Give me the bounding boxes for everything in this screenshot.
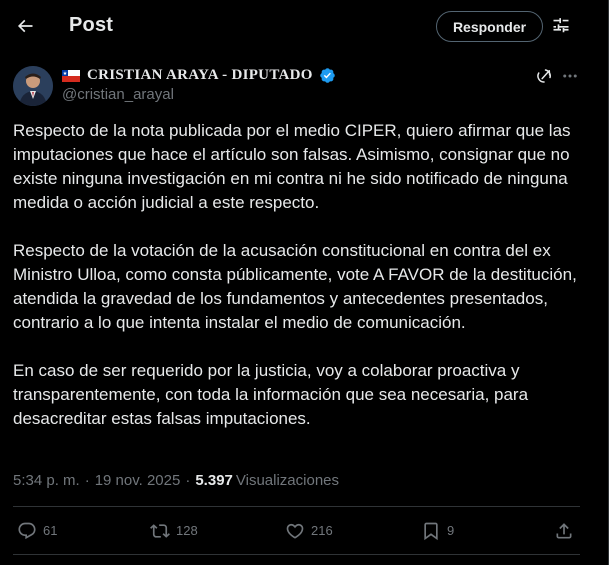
top-bar: Post Responder bbox=[0, 0, 608, 53]
chile-flag-icon bbox=[62, 69, 80, 82]
post-text: Respecto de la nota publicada por el med… bbox=[13, 119, 593, 431]
back-button[interactable] bbox=[8, 9, 42, 43]
author-handle[interactable]: @cristian_arayal bbox=[62, 86, 174, 103]
post-date[interactable]: 19 nov. 2025 bbox=[95, 472, 181, 489]
avatar[interactable] bbox=[13, 66, 53, 106]
verified-badge-icon[interactable] bbox=[319, 67, 336, 84]
heart-icon bbox=[286, 523, 304, 539]
more-horizontal-icon bbox=[563, 74, 577, 78]
post-paragraph: Respecto de la nota publicada por el med… bbox=[13, 121, 571, 212]
meta-separator: · bbox=[84, 472, 90, 489]
post-meta: 5:34 p. m. · 19 nov. 2025 · 5.397 Visual… bbox=[13, 472, 339, 489]
reply-button[interactable]: Responder bbox=[436, 11, 543, 42]
reply-count: 61 bbox=[43, 523, 58, 538]
post-time[interactable]: 5:34 p. m. bbox=[13, 472, 80, 489]
grok-icon bbox=[537, 69, 551, 83]
more-options-button[interactable] bbox=[560, 66, 580, 86]
meta-separator: · bbox=[185, 472, 191, 489]
page-title: Post bbox=[69, 14, 114, 36]
like-action[interactable]: 216 bbox=[285, 507, 333, 554]
bookmark-count: 9 bbox=[447, 523, 455, 538]
share-icon bbox=[556, 522, 572, 538]
post-paragraph: Respecto de la votación de la acusación … bbox=[13, 241, 577, 332]
like-count: 216 bbox=[311, 523, 333, 538]
author-name[interactable]: CRISTIAN ARAYA - DIPUTADO bbox=[87, 67, 313, 84]
divider bbox=[13, 554, 580, 555]
arrow-left-icon bbox=[17, 19, 33, 33]
author-line: CRISTIAN ARAYA - DIPUTADO bbox=[62, 66, 336, 85]
reply-action[interactable]: 61 bbox=[17, 507, 57, 554]
action-bar: 61 128 216 9 bbox=[13, 507, 580, 554]
bookmark-icon bbox=[424, 522, 438, 540]
avatar-photo bbox=[13, 66, 53, 106]
reply-icon bbox=[18, 522, 36, 539]
bookmark-action[interactable]: 9 bbox=[421, 507, 454, 554]
repost-action[interactable]: 128 bbox=[150, 507, 198, 554]
sliders-icon bbox=[553, 18, 569, 33]
repost-icon bbox=[150, 523, 170, 538]
grok-button[interactable] bbox=[534, 66, 554, 86]
post-paragraph: En caso de ser requerido por la justicia… bbox=[13, 361, 529, 428]
views-label[interactable]: Visualizaciones bbox=[236, 472, 339, 489]
views-count[interactable]: 5.397 bbox=[195, 472, 233, 489]
filter-button[interactable] bbox=[549, 14, 573, 38]
share-action[interactable] bbox=[554, 507, 574, 554]
repost-count: 128 bbox=[176, 523, 198, 538]
